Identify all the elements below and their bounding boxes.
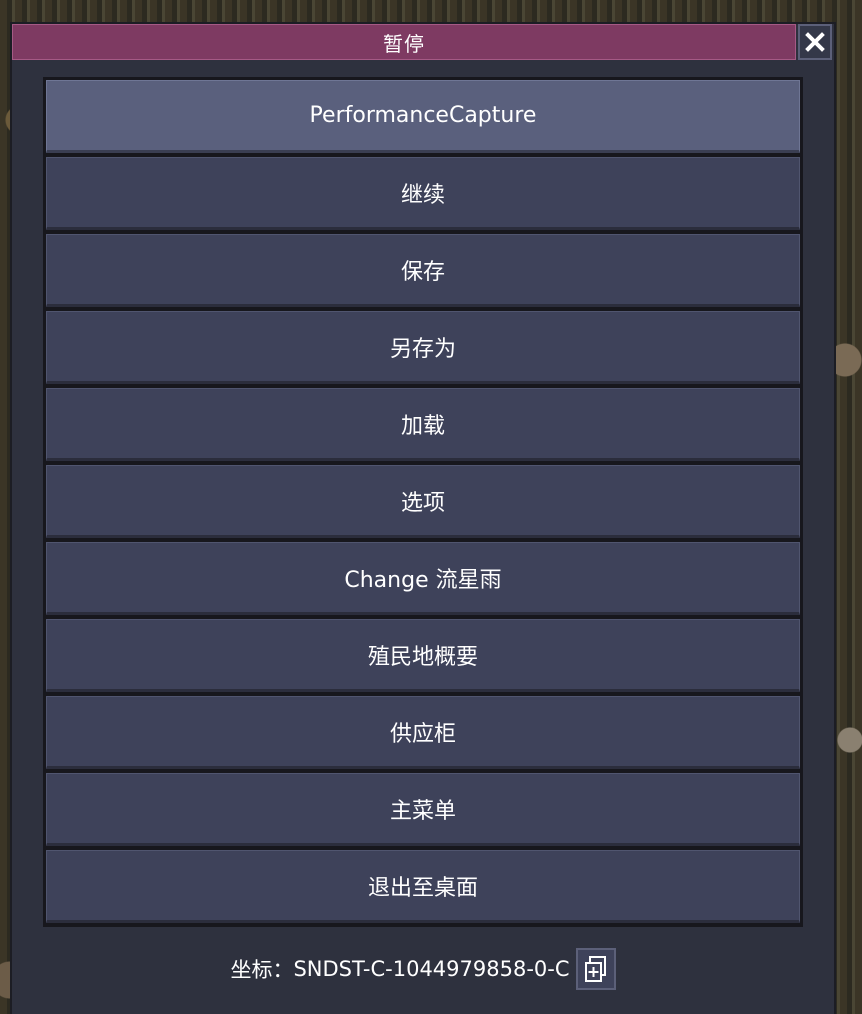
world-coordinates: 坐标： SNDST-C-1044979858-0-C bbox=[12, 944, 834, 994]
menu-button-label: 选项 bbox=[400, 490, 445, 516]
menu-button-label: 保存 bbox=[400, 259, 445, 285]
load-button[interactable]: 加载 bbox=[46, 388, 800, 461]
menu-button-label: PerformanceCapture bbox=[309, 103, 537, 128]
resume-button[interactable]: 继续 bbox=[46, 157, 800, 230]
copy-coordinates-button[interactable] bbox=[575, 948, 616, 990]
coordinates-value: SNDST-C-1044979858-0-C bbox=[293, 957, 570, 981]
menu-button-label: 殖民地概要 bbox=[367, 644, 478, 670]
change-meteor-shower-button[interactable]: Change 流星雨 bbox=[46, 542, 800, 615]
save-as-button[interactable]: 另存为 bbox=[46, 311, 800, 384]
main-menu-button[interactable]: 主菜单 bbox=[46, 773, 800, 846]
menu-button-label: 继续 bbox=[400, 182, 445, 208]
menu-button-label: 退出至桌面 bbox=[367, 875, 478, 901]
dialog-title: 暂停 bbox=[383, 31, 425, 56]
close-icon bbox=[805, 32, 825, 52]
menu-button-label: 供应柜 bbox=[389, 721, 456, 747]
pause-dialog: 暂停 PerformanceCapture 继续 保存 另存为 加载 选项 Ch… bbox=[12, 24, 834, 1014]
menu-button-label: Change 流星雨 bbox=[344, 567, 502, 593]
menu-button-label: 主菜单 bbox=[389, 798, 456, 824]
options-button[interactable]: 选项 bbox=[46, 465, 800, 538]
menu-list: PerformanceCapture 继续 保存 另存为 加载 选项 Chang… bbox=[43, 77, 803, 927]
menu-button-label: 加载 bbox=[400, 413, 445, 439]
save-button[interactable]: 保存 bbox=[46, 234, 800, 307]
copy-icon bbox=[584, 956, 606, 982]
supply-closet-button[interactable]: 供应柜 bbox=[46, 696, 800, 769]
coordinates-label: 坐标： bbox=[230, 958, 294, 982]
colony-summary-button[interactable]: 殖民地概要 bbox=[46, 619, 800, 692]
menu-button-label: 另存为 bbox=[389, 336, 456, 362]
dialog-title-bar: 暂停 bbox=[12, 24, 796, 60]
performance-capture-button[interactable]: PerformanceCapture bbox=[46, 80, 800, 153]
quit-to-desktop-button[interactable]: 退出至桌面 bbox=[46, 850, 800, 923]
close-button[interactable] bbox=[798, 24, 832, 60]
